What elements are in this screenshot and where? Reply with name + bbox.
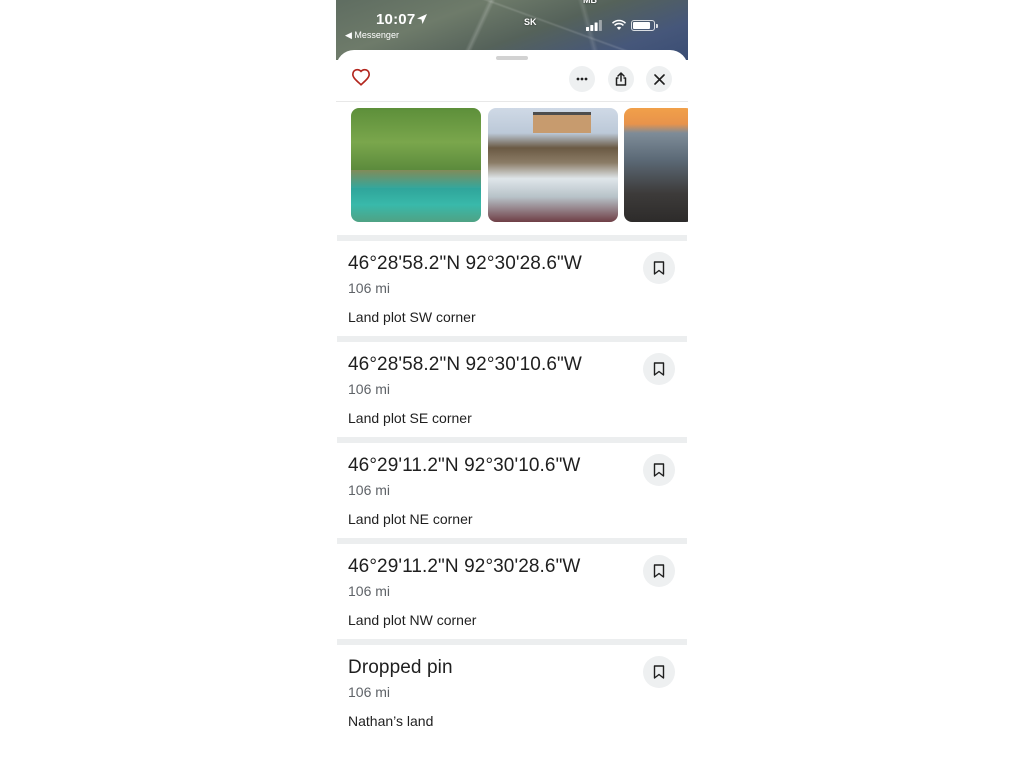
save-place-button[interactable]: [643, 555, 675, 587]
place-item-sw-corner[interactable]: 46°28'58.2"N 92°30'28.6"W 106 mi Land pl…: [336, 241, 688, 336]
place-description: Land plot NW corner: [348, 612, 477, 628]
place-distance: 106 mi: [348, 381, 391, 397]
place-distance: 106 mi: [348, 280, 391, 296]
place-title: 46°29'11.2"N 92°30'28.6"W: [348, 556, 581, 577]
share-button[interactable]: [608, 66, 634, 92]
bookmark-icon: [653, 463, 665, 477]
photo-house-on-rocky-coast[interactable]: [488, 108, 618, 222]
save-place-button[interactable]: [643, 353, 675, 385]
save-place-button[interactable]: [643, 656, 675, 688]
bookmark-icon: [653, 362, 665, 376]
place-item-se-corner[interactable]: 46°28'58.2"N 92°30'10.6"W 106 mi Land pl…: [336, 342, 688, 437]
bookmark-icon: [653, 261, 665, 275]
back-to-messenger-link[interactable]: ◀ Messenger: [345, 30, 399, 41]
save-place-button[interactable]: [643, 454, 675, 486]
cellular-signal-icon: [586, 20, 602, 31]
place-list-sheet: 46°28'58.2"N 92°30'28.6"W 106 mi Land pl…: [336, 50, 688, 768]
status-time: 10:07: [376, 11, 416, 28]
place-title: 46°29'11.2"N 92°30'10.6"W: [348, 455, 581, 476]
place-description: Land plot SW corner: [348, 309, 476, 325]
place-item-dropped-pin[interactable]: Dropped pin 106 mi Nathan’s land: [336, 645, 688, 740]
place-item-ne-corner[interactable]: 46°29'11.2"N 92°30'10.6"W 106 mi Land pl…: [336, 443, 688, 538]
close-icon: [653, 73, 665, 85]
bookmark-icon: [653, 665, 665, 679]
heart-outline-icon[interactable]: [351, 68, 371, 86]
place-title: Dropped pin: [348, 657, 453, 678]
photo-carousel[interactable]: [351, 108, 688, 222]
close-button[interactable]: [646, 66, 672, 92]
bookmark-icon: [653, 564, 665, 578]
photo-cove-green-water[interactable]: [351, 108, 481, 222]
place-title: 46°28'58.2"N 92°30'10.6"W: [348, 354, 582, 375]
share-icon: [615, 72, 627, 86]
place-description: Nathan’s land: [348, 713, 434, 729]
status-bar: 10:07 ◀ Messenger: [336, 0, 688, 44]
place-description: Land plot SE corner: [348, 410, 472, 426]
sheet-drag-handle[interactable]: [496, 56, 528, 60]
battery-icon: [631, 20, 658, 31]
place-distance: 106 mi: [348, 684, 391, 700]
place-item-nw-corner[interactable]: 46°29'11.2"N 92°30'28.6"W 106 mi Land pl…: [336, 544, 688, 639]
wifi-icon: [612, 19, 626, 30]
phone-screen: SK MB 10:07 ◀ Messenger 46°28'58.2"N 92°…: [336, 0, 688, 768]
more-options-button[interactable]: [569, 66, 595, 92]
location-arrow-icon: [417, 14, 427, 24]
place-title: 46°28'58.2"N 92°30'28.6"W: [348, 253, 582, 274]
ellipsis-icon: [576, 77, 588, 81]
place-distance: 106 mi: [348, 583, 391, 599]
save-place-button[interactable]: [643, 252, 675, 284]
place-distance: 106 mi: [348, 482, 391, 498]
photo-sunset-rocks[interactable]: [624, 108, 688, 222]
place-description: Land plot NE corner: [348, 511, 473, 527]
header-divider: [336, 101, 688, 102]
